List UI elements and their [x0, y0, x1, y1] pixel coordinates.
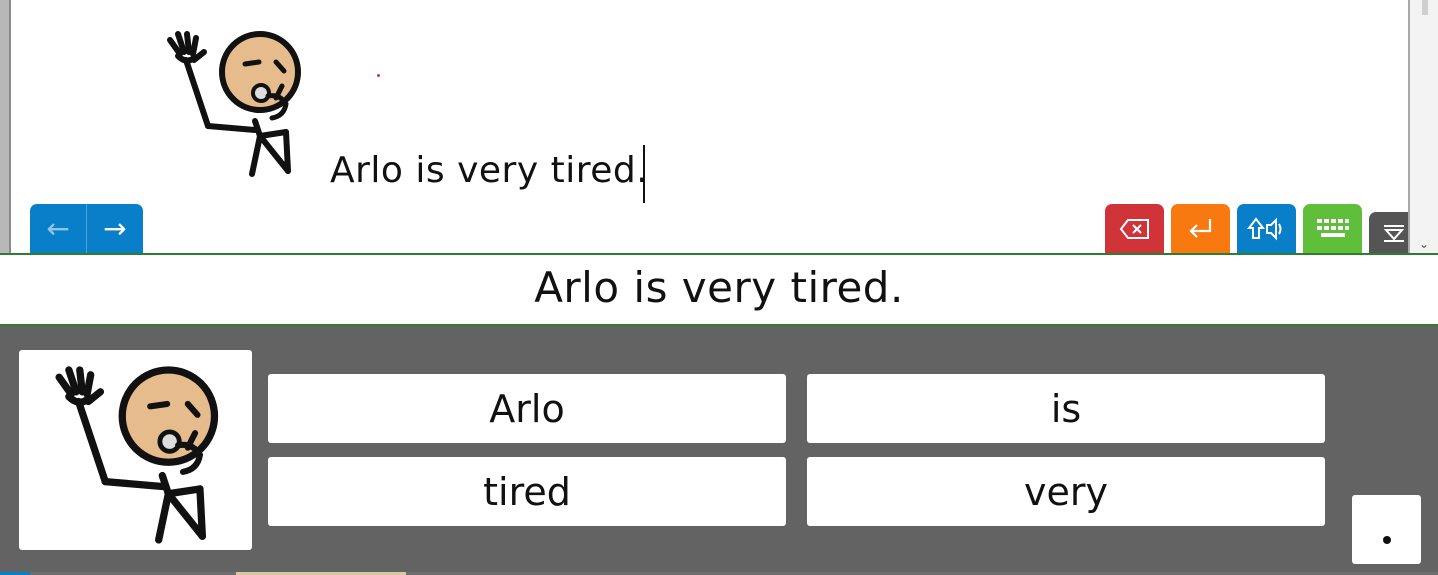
- keyboard-icon: [1316, 218, 1349, 237]
- tired-person-icon: [55, 366, 219, 544]
- word-button-is[interactable]: is: [807, 374, 1325, 443]
- picture-cell[interactable]: [19, 350, 252, 550]
- word-button-tired[interactable]: tired: [268, 457, 786, 526]
- scroll-down-icon[interactable]: ⌄: [1410, 237, 1438, 251]
- stray-mark: [377, 74, 380, 77]
- period-button[interactable]: [1352, 495, 1421, 564]
- forward-arrow-icon[interactable]: →: [87, 204, 143, 253]
- editor-scrollbar[interactable]: ⌄: [1408, 0, 1438, 253]
- back-arrow-icon[interactable]: ←: [30, 204, 86, 253]
- sentence-text: Arlo is very tired.: [534, 263, 904, 312]
- speak-button[interactable]: [1237, 204, 1296, 253]
- enter-icon: [1188, 218, 1211, 238]
- editor-left-border: [0, 0, 11, 253]
- enter-button[interactable]: [1171, 204, 1230, 253]
- scrollbar-thumb[interactable]: [1422, 0, 1428, 15]
- word-button-very[interactable]: very: [807, 457, 1325, 526]
- text-caret: [643, 145, 645, 203]
- word-button-arlo[interactable]: Arlo: [268, 374, 786, 443]
- word-panel: Arlo is tired very: [0, 326, 1438, 575]
- collapse-icon: [1383, 224, 1404, 242]
- keyboard-button[interactable]: [1303, 204, 1362, 253]
- navigation-buttons: ← →: [30, 204, 143, 253]
- backspace-icon: [1119, 218, 1149, 239]
- editor-text[interactable]: Arlo is very tired.: [330, 150, 648, 191]
- sentence-bar[interactable]: Arlo is very tired.: [0, 253, 1438, 326]
- tired-person-icon: [167, 31, 301, 177]
- delete-button[interactable]: [1105, 204, 1164, 253]
- period-icon: [1383, 536, 1391, 544]
- speak-icon: [1246, 216, 1281, 240]
- document-editor[interactable]: Arlo is very tired. ← → ⌄: [0, 0, 1438, 253]
